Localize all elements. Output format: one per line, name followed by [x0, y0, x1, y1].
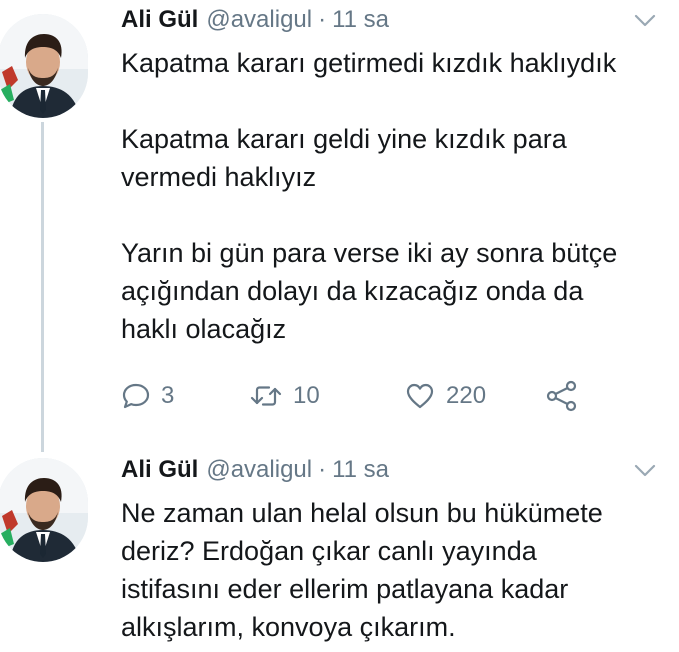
retweet-button[interactable]: 10	[249, 378, 320, 414]
timestamp[interactable]: 11 sa	[332, 6, 389, 34]
tweet-actions: 3 10 220	[121, 378, 591, 414]
text-line: alkışlarım, konvoya çıkarım.	[121, 612, 456, 642]
share-icon	[546, 380, 577, 412]
separator-dot: ·	[318, 456, 327, 483]
author-name[interactable]: Ali Gül	[121, 456, 198, 484]
text-line: Kapatma kararı getirmedi kızdık haklıydı…	[121, 48, 617, 78]
tweet-text: Ne zaman ulan helal olsun bu hükümete de…	[121, 494, 666, 646]
text-line: Ne zaman ulan helal olsun bu hükümete	[121, 498, 603, 528]
text-line: Yarın bi gün para verse iki ay sonra büt…	[121, 238, 618, 268]
author-handle[interactable]: @avaligul	[206, 6, 312, 34]
speech-bubble-icon	[122, 383, 150, 409]
tweet-paragraph: Kapatma kararı geldi yine kızdık para ve…	[121, 120, 666, 196]
reply-button[interactable]: 3	[121, 378, 174, 414]
retweet-arrows-icon	[250, 386, 282, 406]
chevron-down-icon[interactable]	[634, 464, 656, 478]
text-line: vermedi haklıyız	[121, 162, 317, 192]
tweet-text: Kapatma kararı getirmedi kızdık haklıydı…	[121, 44, 666, 348]
retweet-count: 10	[293, 382, 320, 409]
text-line: Kapatma kararı geldi yine kızdık para	[121, 124, 567, 154]
avatar[interactable]	[0, 14, 88, 118]
text-line: açığından dolayı da kızacağız onda da	[121, 276, 584, 306]
chevron-down-icon[interactable]	[634, 14, 656, 28]
like-button[interactable]: 220	[404, 378, 486, 414]
tweet-paragraph: Yarın bi gün para verse iki ay sonra büt…	[121, 234, 666, 348]
text-line: haklı olacağız	[121, 314, 287, 344]
separator-dot: ·	[318, 6, 327, 33]
tweet-header: Ali Gül @avaligul · 11 sa	[121, 6, 389, 40]
author-name[interactable]: Ali Gül	[121, 6, 198, 34]
tweet-header: Ali Gül @avaligul · 11 sa	[121, 456, 389, 490]
reply-count: 3	[161, 382, 175, 409]
tweet[interactable]: Ali Gül @avaligul · 11 sa Ne zaman ulan …	[0, 450, 679, 652]
share-button[interactable]	[545, 378, 579, 414]
like-count: 220	[446, 382, 487, 409]
tweet-paragraph: Ne zaman ulan helal olsun bu hükümete de…	[121, 494, 666, 646]
author-handle[interactable]: @avaligul	[206, 456, 312, 484]
tweet-paragraph: Kapatma kararı getirmedi kızdık haklıydı…	[121, 44, 666, 82]
avatar[interactable]	[0, 458, 88, 562]
heart-icon	[406, 383, 434, 409]
timestamp[interactable]: 11 sa	[332, 456, 389, 484]
tweet[interactable]: Ali Gül @avaligul · 11 sa Kapatma kararı…	[0, 0, 679, 450]
text-line: deriz? Erdoğan çıkar canlı yayında	[121, 536, 537, 566]
text-line: istifasını eder ellerim patlayana kadar	[121, 574, 569, 604]
